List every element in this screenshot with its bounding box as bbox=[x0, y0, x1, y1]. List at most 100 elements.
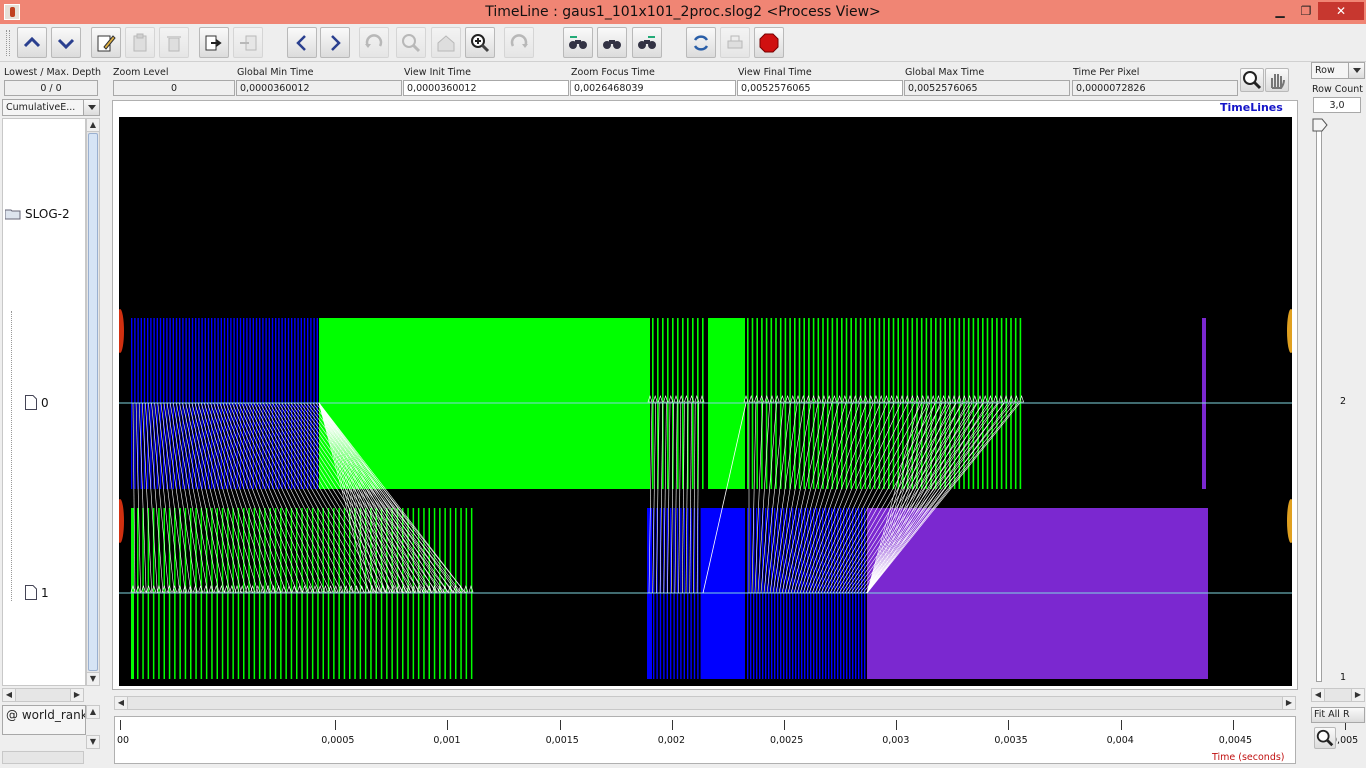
ruler-tick-mark bbox=[1120, 720, 1122, 730]
zoom-home-button[interactable] bbox=[431, 27, 461, 58]
import-button[interactable] bbox=[233, 27, 263, 58]
ruler-tick-mark bbox=[447, 720, 449, 730]
magnifier-icon bbox=[1316, 729, 1334, 747]
ruler-tick-label: 0,002 bbox=[657, 735, 685, 746]
move-up-button[interactable] bbox=[17, 27, 47, 58]
row-select[interactable]: Row bbox=[1311, 62, 1365, 79]
toolbar bbox=[0, 24, 1366, 62]
global-max-time-field: 0,0052576065 bbox=[904, 80, 1070, 96]
redo-icon bbox=[510, 33, 528, 48]
document-icon bbox=[25, 395, 37, 410]
process-tree: SLOG-2 0 1 bbox=[2, 118, 86, 686]
stop-button[interactable] bbox=[754, 27, 784, 58]
hand-mode-button[interactable] bbox=[1265, 68, 1289, 92]
ruler-tick-label: 00 bbox=[117, 735, 130, 746]
legend-view-select[interactable]: CumulativeE... bbox=[2, 99, 100, 116]
export-button[interactable] bbox=[199, 27, 229, 58]
zoom-focus-time-label: Zoom Focus Time bbox=[571, 67, 655, 78]
search-init-button[interactable] bbox=[597, 27, 627, 58]
ruler-tick-label: 0,0045 bbox=[1218, 735, 1253, 746]
timelines-label: TimeLines bbox=[1220, 101, 1283, 114]
depth-label: Lowest / Max. Depth bbox=[4, 67, 102, 78]
slider-label-2: 2 bbox=[1340, 396, 1347, 407]
global-max-time-label: Global Max Time bbox=[905, 67, 985, 78]
scroll-down-icon[interactable]: ▼ bbox=[86, 672, 100, 686]
print-button[interactable] bbox=[720, 27, 750, 58]
ruler-tick-mark bbox=[671, 720, 673, 730]
search-forward-button[interactable] bbox=[632, 27, 662, 58]
import-icon bbox=[240, 35, 257, 50]
zoom-focus-time-field[interactable]: 0,0026468039 bbox=[570, 80, 736, 96]
row-scroll-left-icon[interactable]: ◀ bbox=[1311, 688, 1325, 702]
chevron-down-icon bbox=[83, 100, 99, 115]
tree-scroll-thumb[interactable] bbox=[88, 133, 98, 671]
scroll-left-small-icon[interactable]: ◀ bbox=[2, 688, 16, 702]
spin-down-icon[interactable]: ▼ bbox=[86, 735, 100, 749]
view-init-time-label: View Init Time bbox=[404, 67, 472, 78]
ruler-tick-mark bbox=[784, 720, 785, 730]
timeline-scroll-right-icon[interactable]: ▶ bbox=[1282, 696, 1296, 710]
tree-vertical-scrollbar[interactable] bbox=[86, 118, 100, 686]
search-back-icon bbox=[569, 35, 587, 49]
refresh-button[interactable] bbox=[686, 27, 716, 58]
tree-row-0[interactable]: 0 bbox=[25, 395, 49, 410]
tree-connector bbox=[11, 311, 12, 601]
down-arrow-icon bbox=[57, 38, 75, 49]
global-min-time-field: 0,0000360012 bbox=[236, 80, 402, 96]
move-down-button[interactable] bbox=[51, 27, 81, 58]
view-init-time-field[interactable]: 0,0000360012 bbox=[403, 80, 569, 96]
zoom-undo-button[interactable] bbox=[359, 27, 389, 58]
minimize-button[interactable]: ▁ bbox=[1268, 2, 1292, 20]
timeline-scroll-left-icon[interactable]: ◀ bbox=[114, 696, 128, 710]
print-icon bbox=[727, 35, 743, 48]
tree-root-node[interactable]: SLOG-2 bbox=[5, 207, 70, 221]
tree-row-1[interactable]: 1 bbox=[25, 585, 49, 600]
ruler-tick-mark bbox=[120, 720, 121, 730]
zoom-out-icon bbox=[402, 33, 421, 52]
ruler-tick-label: 0,0025 bbox=[770, 735, 804, 746]
row-slider-track[interactable] bbox=[1316, 120, 1322, 682]
toolbar-grip[interactable] bbox=[6, 30, 10, 56]
tree-root-label: SLOG-2 bbox=[25, 207, 70, 221]
undo-icon bbox=[365, 33, 383, 48]
zoom-redo-button[interactable] bbox=[504, 27, 534, 58]
search-backward-button[interactable] bbox=[563, 27, 593, 58]
row-zoom-button[interactable] bbox=[1314, 727, 1336, 749]
ruler-tick-label: 0,004 bbox=[1106, 735, 1134, 746]
refresh-icon bbox=[693, 34, 709, 51]
scroll-left-button[interactable] bbox=[287, 27, 317, 58]
ypixel-select[interactable]: @ world_rank bbox=[2, 705, 86, 735]
ypixel-horizontal-scrollbar[interactable] bbox=[2, 751, 84, 764]
scroll-up-icon[interactable]: ▲ bbox=[86, 118, 100, 132]
scroll-right-button[interactable] bbox=[320, 27, 350, 58]
close-button[interactable]: ✕ bbox=[1318, 2, 1364, 20]
ruler-tick-label: 0,001 bbox=[433, 735, 461, 746]
row-scroll-right-icon[interactable]: ▶ bbox=[1351, 688, 1365, 702]
tree-row-1-label: 1 bbox=[41, 585, 49, 600]
legend-view-value: CumulativeE... bbox=[6, 102, 76, 113]
timeline-horizontal-scrollbar[interactable] bbox=[114, 696, 1296, 710]
row-count-field[interactable]: 3,0 bbox=[1313, 97, 1361, 113]
zoom-mode-button[interactable] bbox=[1240, 68, 1264, 92]
tree-row-0-label: 0 bbox=[41, 395, 49, 410]
paste-button[interactable] bbox=[125, 27, 155, 58]
timeline-canvas[interactable] bbox=[119, 117, 1292, 686]
spin-up-icon[interactable]: ▲ bbox=[86, 705, 100, 719]
scroll-right-small-icon[interactable]: ▶ bbox=[70, 688, 84, 702]
zoom-in-button[interactable] bbox=[465, 27, 495, 58]
maximize-button[interactable]: ❐ bbox=[1294, 2, 1318, 20]
slider-label-1: 1 bbox=[1340, 672, 1347, 683]
magnifier-icon bbox=[1243, 71, 1262, 90]
fit-all-rows-button[interactable]: Fit All R bbox=[1311, 707, 1365, 723]
view-final-time-field[interactable]: 0,0052576065 bbox=[737, 80, 903, 96]
edit-button[interactable] bbox=[91, 27, 121, 58]
home-icon bbox=[437, 34, 455, 51]
time-per-pixel-label: Time Per Pixel bbox=[1073, 67, 1140, 78]
search-binoculars-icon bbox=[603, 39, 621, 49]
row-slider-thumb[interactable] bbox=[1312, 118, 1328, 134]
delete-button[interactable] bbox=[159, 27, 189, 58]
zoom-out-button[interactable] bbox=[396, 27, 426, 58]
ruler-tick-label: 0,003 bbox=[882, 735, 910, 746]
export-icon bbox=[205, 35, 222, 50]
global-min-time-label: Global Min Time bbox=[237, 67, 314, 78]
